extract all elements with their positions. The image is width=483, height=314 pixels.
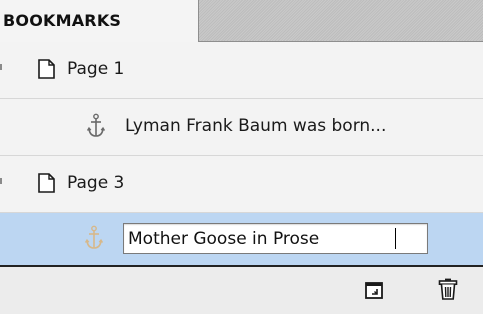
trash-icon[interactable] <box>437 277 459 301</box>
bookmark-row-anchor-selected[interactable]: Mother Goose in Prose <box>0 213 483 265</box>
anchor-icon <box>86 113 106 137</box>
text-caret <box>395 228 396 249</box>
tab-bookmarks[interactable]: BOOKMARKS <box>0 0 199 42</box>
bookmark-label: Page 1 <box>67 59 125 79</box>
bookmarks-list: Page 1 Lyman Frank Baum was born... Page… <box>0 42 483 265</box>
bookmark-row-page-1[interactable]: Page 1 <box>0 42 483 99</box>
page-icon <box>38 59 55 79</box>
bookmark-row-anchor[interactable]: Lyman Frank Baum was born... <box>0 99 483 156</box>
bookmark-label: Lyman Frank Baum was born... <box>125 116 387 136</box>
tab-bar: BOOKMARKS <box>0 0 483 42</box>
panel-footer-toolbar <box>0 265 483 314</box>
anchor-icon <box>84 225 104 249</box>
disclosure-triangle-icon[interactable] <box>0 64 2 70</box>
page-icon <box>38 173 55 193</box>
bookmark-name-input-value: Mother Goose in Prose <box>128 229 320 249</box>
bookmarks-panel: BOOKMARKS Page 1 Lyman Frank Baum was bo… <box>0 0 483 314</box>
new-bookmark-icon[interactable] <box>363 279 385 301</box>
bookmark-row-page-3[interactable]: Page 3 <box>0 156 483 213</box>
bookmark-name-input[interactable]: Mother Goose in Prose <box>123 223 428 254</box>
bookmark-label: Page 3 <box>67 173 125 193</box>
disclosure-triangle-icon[interactable] <box>0 178 2 184</box>
tab-label: BOOKMARKS <box>3 11 122 30</box>
